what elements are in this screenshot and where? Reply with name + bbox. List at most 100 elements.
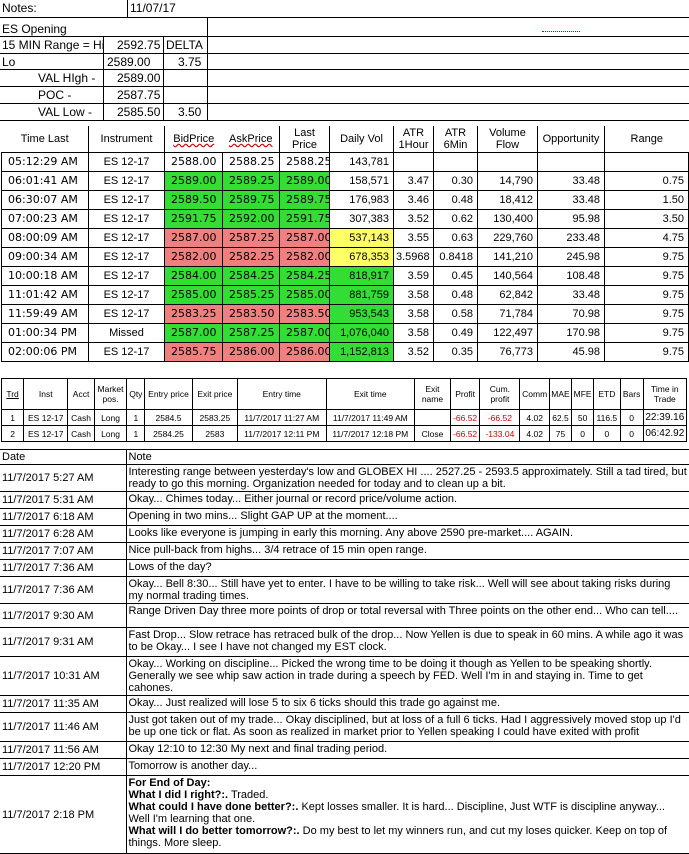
trades-col-header: Trd — [0, 378, 25, 410]
trades-header-row: Trd Inst Acct Market pos. Qty Entry price Exit… — [0, 378, 688, 410]
trades-col-header: Entry price — [144, 378, 193, 410]
trades-col-header: ETD — [593, 378, 621, 410]
cell-volume-flow: 14,790 — [477, 170, 538, 191]
journal-date: 11/7/2017 11:46 AM — [0, 712, 127, 742]
cell-atr-1hour: 3.5968 — [393, 246, 434, 267]
journal-date: 11/7/2017 9:30 AM — [0, 603, 127, 628]
poc-label: POC - — [38, 89, 72, 102]
opening-title: ES Opening — [2, 23, 67, 36]
cell-volume-flow: 18,412 — [477, 189, 538, 210]
cell-daily-vol: 881,759 — [329, 284, 394, 305]
journal-entry: 11/7/2017 9:31 AM Fast Drop... Slow retra… — [0, 627, 689, 657]
lo-value: 2589.00 — [107, 56, 151, 69]
cell-atr-6min — [433, 151, 478, 172]
cell-ask-price: 2587.25 — [222, 227, 280, 248]
market-table: Time Last Instrument BidPrice AskPrice L… — [1, 126, 689, 362]
cell-opportunity: 170.98 — [537, 322, 605, 343]
cell-last-price: 2583.50 — [279, 303, 330, 324]
cell-atr-6min: 0.58 — [433, 303, 478, 324]
delta-label: DELTA — [166, 39, 203, 52]
col-daily-vol: Daily Vol — [329, 126, 394, 152]
col-opportunity: Opportunity — [537, 126, 605, 152]
cell-daily-vol: 143,781 — [329, 151, 394, 172]
cell-atr-6min: 0.48 — [433, 189, 478, 210]
cell-last-price: 2589.00 — [279, 170, 330, 191]
trade-cell: -133.04 — [479, 425, 521, 442]
cell-ask-price: 2589.75 — [222, 189, 280, 210]
trades-col-header: Comm — [519, 378, 550, 410]
journal-entry-final: 11/7/2017 2:18 PM For End of Day: What I d… — [0, 775, 689, 854]
journal-date: 11/7/2017 7:36 AM — [0, 576, 127, 604]
trade-cell: Close — [414, 425, 451, 442]
cell-instrument: ES 12-17 — [88, 341, 165, 362]
cell-range: 9.75 — [604, 284, 689, 305]
cell-time-last: 06:01:41 AM — [1, 170, 89, 191]
journal-table: Date Note 11/7/2017 5:27 AM Interesting r… — [0, 449, 689, 854]
trade-cell: 1 — [126, 425, 146, 442]
a-did-right: Traded. — [228, 789, 269, 801]
market-row: 06:01:41 AM ES 12-17 2589.00 2589.25 2589.00… — [1, 170, 689, 191]
cell-time-last: 08:00:09 AM — [1, 227, 89, 248]
cell-volume-flow: 140,564 — [477, 265, 538, 286]
trades-table: Trd Inst Acct Market pos. Qty Entry price Exit… — [0, 378, 688, 442]
cell-atr-1hour: 3.58 — [393, 322, 434, 343]
cell-range: 9.75 — [604, 341, 689, 362]
cell-instrument: ES 12-17 — [88, 246, 165, 267]
trades-col-header: MFE — [571, 378, 595, 410]
cell-range: 1.50 — [604, 189, 689, 210]
trade-cell: 2584.25 — [144, 425, 193, 442]
cell-time-last: 10:00:18 AM — [1, 265, 89, 286]
cell-ask-price: 2584.25 — [222, 265, 280, 286]
journal-header-row: Date Note — [0, 449, 689, 465]
trade-cell: Cash — [67, 425, 95, 442]
cell-last-price: 2582.00 — [279, 246, 330, 267]
journal-date: 11/7/2017 5:27 AM — [0, 464, 127, 492]
cell-opportunity: 33.48 — [537, 170, 605, 191]
poc-value: 2587.75 — [117, 89, 161, 102]
cell-instrument: ES 12-17 — [88, 189, 165, 210]
cell-atr-6min: 0.35 — [433, 341, 478, 362]
trade-cell: 0 — [619, 425, 644, 442]
journal-note: Okay... Chimes today... Either journal o… — [126, 491, 689, 509]
col-range: Range — [604, 126, 689, 152]
cell-last-price: 2585.00 — [279, 284, 330, 305]
journal-note: Okay... Bell 8:30... Still have yet to e… — [126, 576, 689, 604]
range-hi-value: 2592.75 — [117, 39, 161, 52]
journal-note: Okay... Working on discipline... Picked … — [126, 656, 689, 696]
cell-volume-flow: 141,210 — [477, 246, 538, 267]
cell-opportunity: 245.98 — [537, 246, 605, 267]
trades-col-header: Exit name — [414, 378, 451, 410]
cell-instrument: ES 12-17 — [88, 284, 165, 305]
lo-label: Lo — [2, 56, 16, 69]
trades-col-header: Inst — [23, 378, 69, 410]
cell-last-price: 2588.25 — [279, 151, 330, 172]
cell-instrument: ES 12-17 — [88, 303, 165, 324]
cell-daily-vol: 307,383 — [329, 208, 394, 229]
cell-last-price: 2587.00 — [279, 227, 330, 248]
trade-cell: 1 — [0, 409, 25, 426]
cell-ask-price: 2587.25 — [222, 322, 280, 343]
cell-atr-1hour: 3.46 — [393, 189, 434, 210]
journal-entry: 11/7/2017 11:56 AM Okay 12:10 to 12:30 My… — [0, 741, 689, 759]
market-row: 06:30:07 AM ES 12-17 2589.50 2589.75 2589.75… — [1, 189, 689, 210]
trade-cell: 75 — [548, 425, 573, 442]
journal-date: 11/7/2017 2:18 PM — [0, 775, 127, 854]
trade-cell: 11/7/2017 11:27 AM — [237, 409, 327, 426]
cell-bid-price: 2587.00 — [164, 322, 223, 343]
cell-opportunity: 70.98 — [537, 303, 605, 324]
trade-cell: -66.52 — [449, 425, 481, 442]
cell-opportunity — [537, 151, 605, 172]
market-row: 02:00:06 PM ES 12-17 2585.75 2586.00 2586.00… — [1, 341, 689, 362]
cell-time-last: 06:30:07 AM — [1, 189, 89, 210]
trade-row: 1 ES 12-17 Cash Long 1 2584.5 2583.25 11/7/2017… — [0, 409, 688, 426]
cell-bid-price: 2591.75 — [164, 208, 223, 229]
journal-entry: 11/7/2017 5:31 AM Okay... Chimes today...… — [0, 491, 689, 509]
trades-col-header: Profit — [449, 378, 481, 410]
cell-daily-vol: 953,543 — [329, 303, 394, 324]
trade-cell: 0 — [571, 425, 595, 442]
cell-atr-6min: 0.48 — [433, 284, 478, 305]
journal-entry: 11/7/2017 9:30 AM Range Driven Day three … — [0, 603, 689, 628]
trades-col-header: Exit price — [191, 378, 239, 410]
notes-date: 11/07/17 — [130, 2, 176, 15]
cell-ask-price: 2585.25 — [222, 284, 280, 305]
